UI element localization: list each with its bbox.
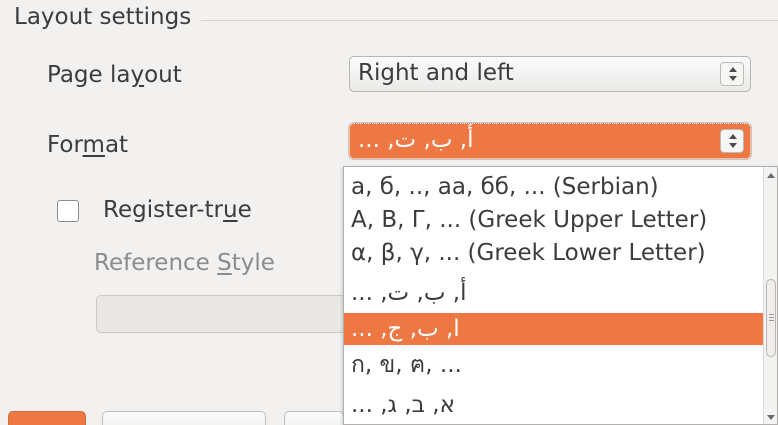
- page-layout-spin-icon[interactable]: [720, 62, 744, 86]
- list-item[interactable]: а, б, .., аа, бб, ... (Serbian): [344, 171, 764, 203]
- reference-style-select: [96, 295, 346, 333]
- list-item-selected[interactable]: ا, ب, ج, ...: [344, 313, 764, 345]
- format-dropdown-list[interactable]: а, б, .., аа, бб, ... (Serbian) Α, Β, Γ,…: [343, 166, 778, 425]
- register-true-label[interactable]: Register-true: [103, 197, 252, 223]
- format-select[interactable]: أ, ب, ت, ...: [348, 122, 752, 160]
- dialog-button-tertiary[interactable]: [284, 411, 344, 425]
- format-spin-icon[interactable]: [720, 129, 744, 153]
- dropdown-scrollbar[interactable]: [763, 167, 777, 424]
- format-label: Format: [47, 132, 129, 158]
- list-item[interactable]: α, β, γ, ... (Greek Lower Letter): [344, 237, 764, 269]
- scroll-up-icon[interactable]: [767, 173, 775, 178]
- page-layout-label: Page layout: [47, 62, 182, 88]
- list-item[interactable]: א, ב, ג, ...: [344, 389, 764, 421]
- dialog-button-secondary[interactable]: [102, 411, 266, 425]
- scrollbar-thumb[interactable]: [766, 279, 776, 357]
- list-item[interactable]: Α, Β, Γ, ... (Greek Upper Letter): [344, 204, 764, 236]
- scroll-down-icon[interactable]: [767, 415, 775, 420]
- reference-style-label: Reference Style: [94, 250, 275, 276]
- page-layout-value: Right and left: [358, 60, 514, 86]
- page-layout-select[interactable]: Right and left: [349, 56, 751, 92]
- list-item[interactable]: أ, ب, ت, ...: [344, 277, 764, 309]
- format-value: أ, ب, ت, ...: [358, 127, 474, 153]
- list-item[interactable]: ก, ข, ฅ, ...: [344, 349, 764, 381]
- dialog-button-primary[interactable]: [8, 411, 86, 425]
- section-title: Layout settings: [14, 4, 202, 30]
- register-true-checkbox[interactable]: [57, 200, 79, 222]
